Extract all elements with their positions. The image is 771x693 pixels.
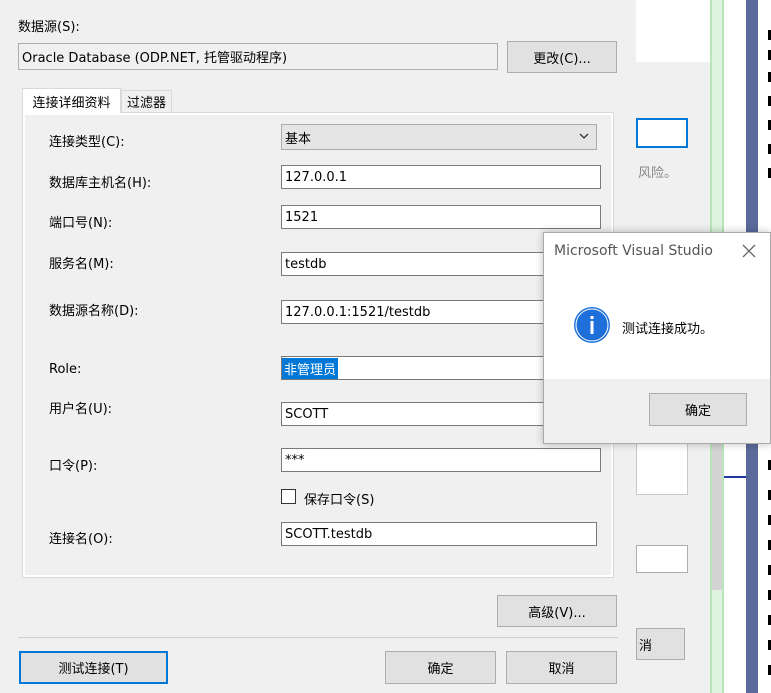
bg-cancel-button: 消 xyxy=(636,628,685,660)
datasource-field: Oracle Database (ODP.NET, 托管驱动程序) xyxy=(18,43,498,70)
blue-line xyxy=(724,476,746,478)
conn-type-select[interactable]: 基本 xyxy=(281,124,597,150)
tab-filter[interactable]: 过滤器 xyxy=(121,90,172,112)
bg-text: 风险。 xyxy=(638,166,678,181)
bg-input xyxy=(636,545,688,573)
info-icon xyxy=(573,306,611,344)
service-label: 服务名(M): xyxy=(49,257,114,272)
role-label: Role: xyxy=(49,362,82,377)
bg-list xyxy=(636,440,688,495)
conn-type-label: 连接类型(C): xyxy=(49,135,125,150)
password-input[interactable]: *** xyxy=(281,448,601,472)
tab-connection-details[interactable]: 连接详细资料 xyxy=(22,88,121,113)
bg-button xyxy=(636,118,688,148)
test-connection-button[interactable]: 测试连接(T) xyxy=(19,651,168,684)
message-text: 测试连接成功。 xyxy=(622,322,714,337)
user-label: 用户名(U): xyxy=(49,402,113,417)
dsname-label: 数据源名称(D): xyxy=(49,304,139,319)
role-value: 非管理员 xyxy=(282,357,339,379)
password-label: 口令(P): xyxy=(49,459,98,474)
message-box-title: Microsoft Visual Studio xyxy=(554,243,713,259)
divider xyxy=(18,637,618,638)
port-input[interactable]: 1521 xyxy=(281,205,601,229)
scroll-track xyxy=(712,432,722,590)
chevron-down-icon xyxy=(578,130,590,146)
save-password-label: 保存口令(S) xyxy=(304,493,375,508)
advanced-button[interactable]: 高级(V)... xyxy=(497,595,617,627)
host-label: 数据库主机名(H): xyxy=(49,176,152,191)
bg-top-panel xyxy=(636,0,710,63)
conn-type-value: 基本 xyxy=(285,131,312,147)
host-input[interactable]: 127.0.0.1 xyxy=(281,165,601,189)
port-label: 端口号(N): xyxy=(49,216,113,231)
conn-name-input[interactable]: SCOTT.testdb xyxy=(281,522,597,546)
save-password-checkbox[interactable] xyxy=(281,489,296,504)
conn-name-label: 连接名(O): xyxy=(49,532,113,547)
ok-button[interactable]: 确定 xyxy=(385,651,496,684)
change-button[interactable]: 更改(C)... xyxy=(507,41,617,73)
cancel-button[interactable]: 取消 xyxy=(506,651,617,684)
datasource-label: 数据源(S): xyxy=(18,20,80,35)
message-box: Microsoft Visual Studio 测试连接成功。 确定 xyxy=(543,232,771,444)
close-icon[interactable] xyxy=(740,242,758,260)
message-ok-button[interactable]: 确定 xyxy=(649,393,747,426)
connection-dialog: 数据源(S): Oracle Database (ODP.NET, 托管驱动程序… xyxy=(0,0,636,693)
